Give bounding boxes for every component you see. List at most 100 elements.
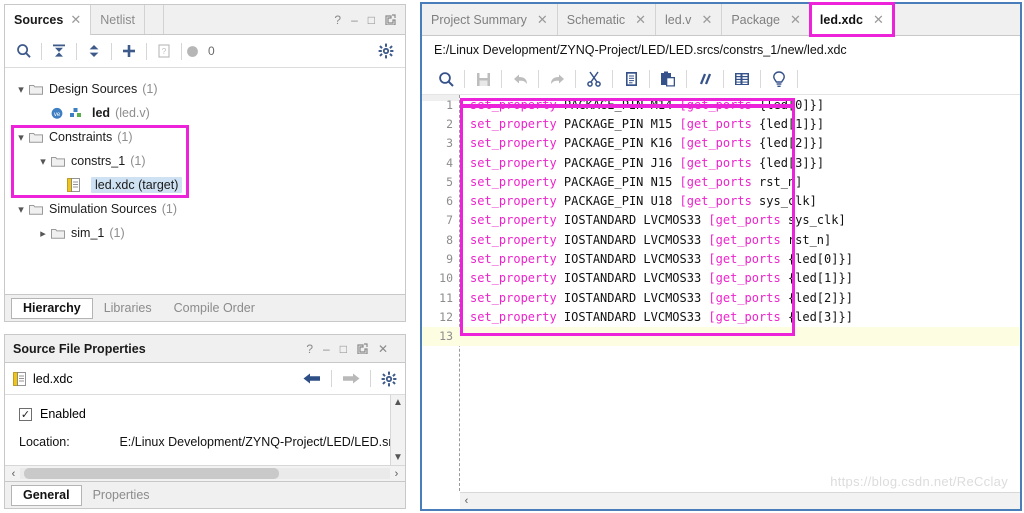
code-line[interactable]: 3 set_property PACKAGE_PIN K16 [get_ports… bbox=[422, 134, 1020, 153]
maximize-button[interactable]: □ bbox=[368, 14, 375, 26]
code-line-text: set_property PACKAGE_PIN N15 [get_ports … bbox=[470, 174, 803, 189]
tree-item-led[interactable]: ve led (led.v) bbox=[5, 101, 405, 125]
scroll-right-arrow[interactable]: › bbox=[390, 468, 403, 480]
toolbar-separator bbox=[723, 70, 724, 88]
tab-package[interactable]: Package ✕ bbox=[722, 4, 811, 35]
code-line[interactable]: 12 set_property IOSTANDARD LVCMOS33 [get_… bbox=[422, 307, 1020, 326]
code-line[interactable]: 13 bbox=[422, 326, 1020, 346]
code-line[interactable]: 7 set_property IOSTANDARD LVCMOS33 [get_p… bbox=[422, 211, 1020, 230]
tree-label-constraints: Constraints bbox=[49, 130, 113, 144]
close-icon[interactable]: ✕ bbox=[701, 12, 712, 28]
scroll-left-arrow[interactable]: ‹ bbox=[7, 468, 20, 480]
hscroll-track[interactable] bbox=[20, 468, 390, 479]
tree-item-constrs-1[interactable]: ▾ constrs_1 (1) bbox=[5, 149, 405, 173]
gear-icon[interactable] bbox=[381, 371, 397, 387]
editor-tabbar-spacer bbox=[892, 4, 1020, 35]
editor-tabbar: Project Summary ✕ Schematic ✕ led.v ✕ Pa… bbox=[422, 2, 1020, 37]
expand-all-icon[interactable] bbox=[81, 38, 107, 64]
cut-icon[interactable] bbox=[579, 66, 609, 92]
code-editor-area[interactable]: 1set_property PACKAGE_PIN M14 [get_ports… bbox=[422, 95, 1020, 491]
comment-icon[interactable] bbox=[690, 66, 720, 92]
close-icon[interactable]: ✕ bbox=[70, 12, 81, 28]
code-line-text: set_property PACKAGE_PIN K16 [get_ports … bbox=[470, 136, 825, 151]
float-button[interactable] bbox=[357, 343, 368, 354]
arrow-right-icon bbox=[342, 372, 360, 385]
tab-schematic[interactable]: Schematic ✕ bbox=[558, 4, 657, 35]
close-icon[interactable]: ✕ bbox=[873, 12, 884, 28]
enabled-checkbox[interactable]: ✓ bbox=[19, 407, 32, 421]
tree-item-simulation-sources[interactable]: ▾ Simulation Sources (1) bbox=[5, 197, 405, 221]
toolbar-separator bbox=[575, 70, 576, 88]
close-icon[interactable]: ✕ bbox=[635, 12, 646, 28]
tab-hierarchy[interactable]: Hierarchy bbox=[11, 297, 93, 319]
close-icon[interactable]: ✕ bbox=[790, 12, 801, 28]
search-icon[interactable] bbox=[11, 38, 37, 64]
tree-item-led-xdc[interactable]: led.xdc (target) bbox=[5, 173, 405, 197]
tab-project-summary[interactable]: Project Summary ✕ bbox=[422, 4, 558, 35]
add-sources-icon[interactable] bbox=[116, 38, 142, 64]
tab-led-xdc[interactable]: led.xdc ✕ bbox=[808, 2, 895, 37]
help-button[interactable]: ? bbox=[306, 343, 313, 355]
tab-libraries[interactable]: Libraries bbox=[93, 298, 163, 319]
scroll-up-arrow[interactable]: ▲ bbox=[393, 395, 403, 408]
code-line[interactable]: 6 set_property PACKAGE_PIN U18 [get_ports… bbox=[422, 191, 1020, 210]
tab-general[interactable]: General bbox=[11, 484, 82, 506]
properties-horizontal-scrollbar[interactable]: ‹ › bbox=[5, 465, 405, 481]
code-line[interactable]: 11 set_property IOSTANDARD LVCMOS33 [get_… bbox=[422, 288, 1020, 307]
enabled-label: Enabled bbox=[40, 407, 86, 421]
code-line-text: set_property IOSTANDARD LVCMOS33 [get_po… bbox=[470, 309, 853, 324]
divider bbox=[370, 370, 371, 387]
tree-count-constraints: (1) bbox=[117, 130, 133, 144]
search-icon[interactable] bbox=[431, 66, 461, 92]
tree-item-design-sources[interactable]: ▾ Design Sources (1) bbox=[5, 77, 405, 101]
copy-icon[interactable] bbox=[616, 66, 646, 92]
code-line[interactable]: 8 set_property IOSTANDARD LVCMOS33 [get_p… bbox=[422, 230, 1020, 249]
chevron-down-icon[interactable]: ▾ bbox=[13, 203, 29, 216]
tab-netlist[interactable]: Netlist bbox=[91, 5, 145, 34]
enabled-row[interactable]: ✓ Enabled bbox=[5, 395, 405, 421]
minimize-button[interactable]: – bbox=[351, 14, 358, 26]
arrow-left-icon[interactable] bbox=[303, 372, 321, 385]
indent-icon[interactable] bbox=[727, 66, 757, 92]
code-line[interactable]: 5 set_property PACKAGE_PIN N15 [get_ports… bbox=[422, 172, 1020, 191]
collapse-all-icon[interactable] bbox=[46, 38, 72, 64]
code-line-text: set_property IOSTANDARD LVCMOS33 [get_po… bbox=[470, 271, 853, 286]
chevron-down-icon[interactable]: ▾ bbox=[13, 83, 29, 96]
close-icon[interactable]: ✕ bbox=[537, 12, 548, 28]
tab-compile-order[interactable]: Compile Order bbox=[163, 298, 266, 319]
scroll-left-arrow[interactable]: ‹ bbox=[460, 495, 473, 507]
folder-icon bbox=[29, 83, 43, 95]
tab-sources-label: Sources bbox=[14, 12, 64, 27]
code-line[interactable]: 4 set_property PACKAGE_PIN J16 [get_ports… bbox=[422, 153, 1020, 172]
messages-icon[interactable]: 0 bbox=[186, 38, 215, 64]
panel-title: Source File Properties bbox=[13, 341, 146, 356]
tab-properties[interactable]: Properties bbox=[82, 485, 161, 506]
code-line[interactable]: 10 set_property IOSTANDARD LVCMOS33 [get_… bbox=[422, 269, 1020, 288]
close-button[interactable]: ✕ bbox=[378, 343, 388, 355]
chevron-down-icon[interactable]: ▾ bbox=[13, 131, 29, 144]
tree-item-constraints[interactable]: ▾ Constraints (1) bbox=[5, 125, 405, 149]
hint-icon[interactable] bbox=[764, 66, 794, 92]
paste-icon[interactable] bbox=[653, 66, 683, 92]
editor-horizontal-scrollbar[interactable]: ‹ bbox=[460, 492, 1020, 509]
code-line-text: set_property IOSTANDARD LVCMOS33 [get_po… bbox=[470, 290, 853, 305]
tree-item-sim-1[interactable]: ▸ sim_1 (1) bbox=[5, 221, 405, 245]
maximize-button[interactable]: □ bbox=[340, 343, 347, 355]
code-lines: 1set_property PACKAGE_PIN M14 [get_ports… bbox=[422, 95, 1020, 346]
minimize-button[interactable]: – bbox=[323, 343, 330, 355]
chevron-down-icon[interactable]: ▾ bbox=[35, 155, 51, 168]
code-line[interactable]: 9 set_property IOSTANDARD LVCMOS33 [get_p… bbox=[422, 249, 1020, 268]
help-button[interactable]: ? bbox=[334, 14, 341, 26]
float-button[interactable] bbox=[385, 14, 396, 25]
chevron-right-icon[interactable]: ▸ bbox=[35, 227, 51, 240]
code-line[interactable]: 2 set_property PACKAGE_PIN M15 [get_ports… bbox=[422, 114, 1020, 133]
tree-label-constrs-1: constrs_1 bbox=[71, 154, 126, 168]
editor-file-path: E:/Linux Development/ZYNQ-Project/LED/LE… bbox=[422, 36, 1020, 64]
tab-sources[interactable]: Sources ✕ bbox=[5, 5, 92, 35]
code-line-text: set_property IOSTANDARD LVCMOS33 [get_po… bbox=[470, 213, 846, 228]
hscroll-thumb[interactable] bbox=[24, 468, 280, 479]
tab-led-v[interactable]: led.v ✕ bbox=[656, 4, 723, 35]
tree-label-sim-1: sim_1 bbox=[71, 226, 105, 240]
gear-icon[interactable] bbox=[373, 38, 399, 64]
tree-label-design-sources: Design Sources bbox=[49, 82, 138, 96]
